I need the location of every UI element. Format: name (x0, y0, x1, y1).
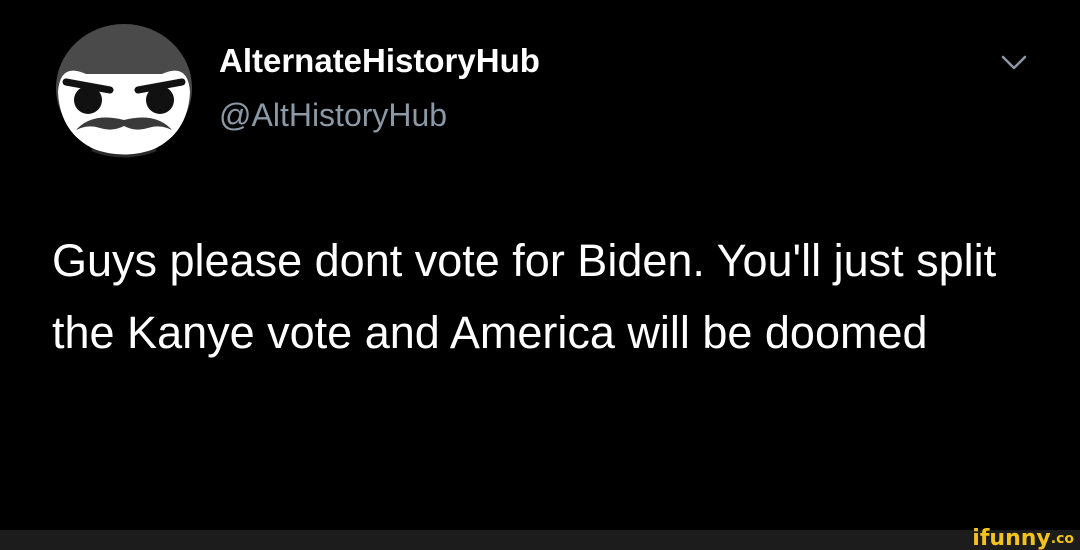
mustached-face-avatar-icon (56, 24, 192, 158)
watermark-text: ifunny (972, 526, 1051, 550)
bottom-bar (0, 530, 1080, 550)
handle[interactable]: @AltHistoryHub (219, 91, 447, 139)
chevron-down-icon[interactable] (996, 48, 1032, 76)
display-name[interactable]: AlternateHistoryHub (219, 37, 540, 85)
ifunny-watermark: ifunny.co (972, 528, 1074, 550)
watermark-suffix: .co (1050, 531, 1074, 547)
tweet-card: AlternateHistoryHub @AltHistoryHub Guys … (0, 0, 1080, 550)
tweet-text: Guys please dont vote for Biden. You'll … (52, 235, 997, 358)
avatar[interactable] (52, 22, 196, 158)
